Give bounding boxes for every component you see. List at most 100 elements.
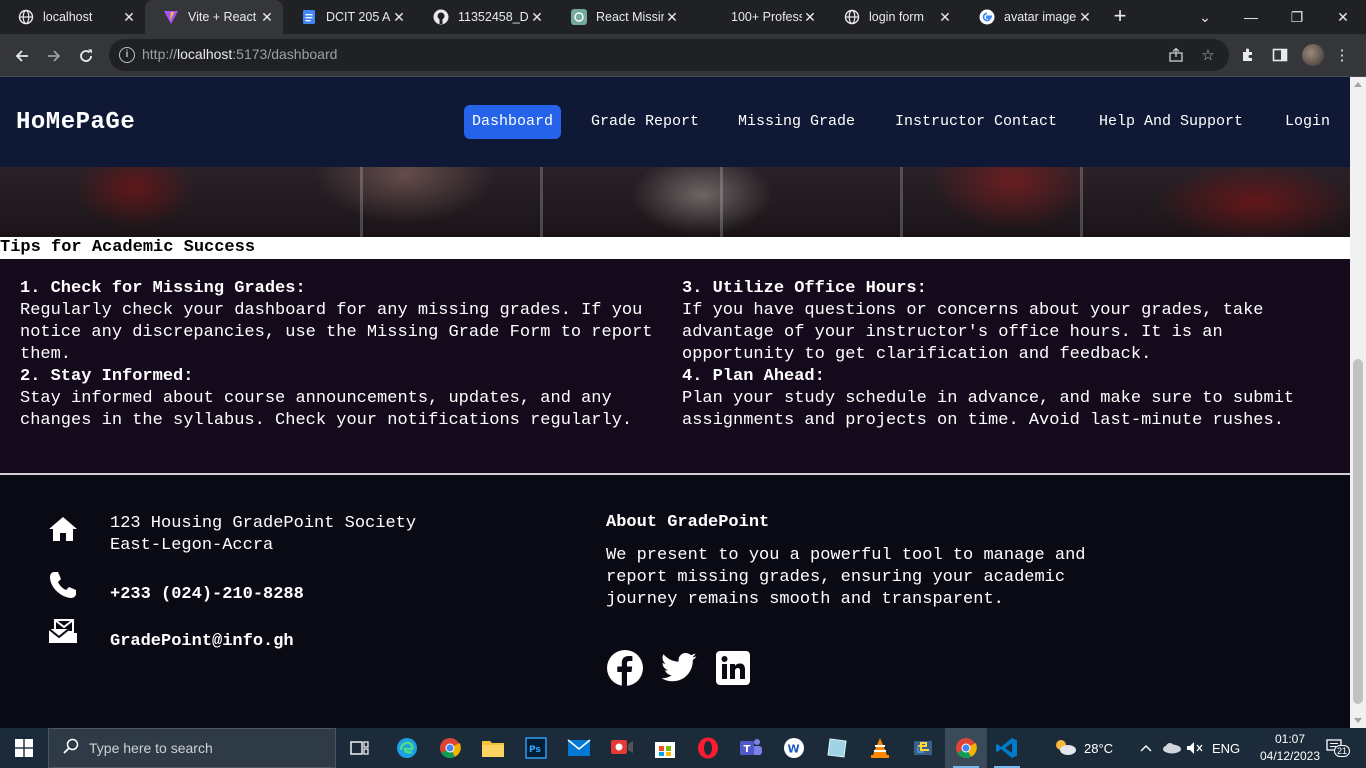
edge-icon[interactable] bbox=[386, 728, 428, 768]
close-icon[interactable]: ✕ bbox=[391, 9, 407, 26]
close-icon[interactable]: ✕ bbox=[1077, 9, 1093, 26]
tip-title: 3. Utilize Office Hours: bbox=[682, 279, 927, 298]
scrollbar-thumb[interactable] bbox=[1353, 359, 1363, 704]
hero-image bbox=[0, 167, 1350, 237]
browser-toolbar: i http://localhost:5173/dashboard ☆ ⋮ bbox=[0, 34, 1366, 77]
page-scrollbar[interactable] bbox=[1350, 77, 1366, 728]
close-icon[interactable]: ✕ bbox=[259, 9, 275, 26]
photoshop-icon[interactable]: Ps bbox=[515, 728, 557, 768]
globe-icon bbox=[18, 9, 34, 25]
tab-dcit-205[interactable]: DCIT 205 AS ✕ bbox=[283, 0, 415, 34]
phone-number[interactable]: +233 (024)-210-8288 bbox=[110, 584, 304, 606]
reload-button[interactable] bbox=[73, 43, 99, 69]
share-icon[interactable] bbox=[1167, 46, 1185, 64]
nav-grade-report[interactable]: Grade Report bbox=[583, 105, 707, 139]
microsoft-store-icon[interactable] bbox=[644, 728, 686, 768]
task-view-icon[interactable] bbox=[339, 728, 381, 768]
weather-widget[interactable]: 28°C bbox=[1052, 728, 1113, 768]
clock-time: 01:07 bbox=[1274, 732, 1306, 746]
tips-heading: Tips for Academic Success bbox=[0, 237, 1350, 259]
vlc-icon[interactable] bbox=[859, 728, 901, 768]
tip-body: Plan your study schedule in advance, and… bbox=[682, 389, 1295, 430]
close-icon[interactable]: ✕ bbox=[802, 9, 818, 26]
menu-kebab-icon[interactable]: ⋮ bbox=[1332, 45, 1352, 65]
vscode-icon[interactable] bbox=[986, 728, 1028, 768]
python-icon[interactable] bbox=[902, 728, 944, 768]
close-icon[interactable]: ✕ bbox=[937, 9, 953, 26]
tab-login-form[interactable]: login form ✕ bbox=[826, 0, 961, 34]
linkedin-icon[interactable] bbox=[714, 649, 752, 687]
tab-avatar-image[interactable]: avatar image ✕ bbox=[961, 0, 1101, 34]
tip-title: 4. Plan Ahead: bbox=[682, 367, 825, 386]
word-icon[interactable]: W bbox=[773, 728, 815, 768]
close-icon[interactable]: ✕ bbox=[121, 9, 137, 26]
nav-login[interactable]: Login bbox=[1277, 105, 1338, 139]
system-clock[interactable]: 01:07 04/12/2023 bbox=[1256, 731, 1324, 765]
tab-search-icon[interactable]: ⌄ bbox=[1182, 0, 1228, 34]
svg-text:W: W bbox=[788, 743, 800, 756]
address-line-1: 123 Housing GradePoint Society bbox=[110, 514, 417, 533]
tab-title: Vite + React bbox=[188, 10, 257, 24]
tip-body: Stay informed about course announcements… bbox=[20, 389, 633, 430]
back-button[interactable] bbox=[9, 43, 35, 69]
nav-instructor-contact[interactable]: Instructor Contact bbox=[887, 105, 1065, 139]
weather-temp: 28°C bbox=[1084, 740, 1114, 756]
tab-title: DCIT 205 AS bbox=[326, 10, 391, 24]
chrome-icon[interactable] bbox=[429, 728, 471, 768]
file-explorer-icon[interactable] bbox=[472, 728, 514, 768]
tips-column-right: 3. Utilize Office Hours: If you have que… bbox=[682, 278, 1322, 432]
close-icon[interactable]: ✕ bbox=[664, 9, 680, 26]
minimize-button[interactable]: — bbox=[1228, 0, 1274, 34]
twitter-icon[interactable] bbox=[660, 649, 698, 687]
new-tab-button[interactable]: + bbox=[1108, 5, 1132, 29]
tab-title: 100+ Profess bbox=[731, 10, 802, 24]
windows-taskbar: Type here to search Ps T W 28°C ENG 01:0… bbox=[0, 728, 1366, 768]
tab-localhost[interactable]: localhost ✕ bbox=[0, 0, 145, 34]
onedrive-icon[interactable] bbox=[1162, 728, 1182, 768]
github-icon bbox=[433, 9, 449, 25]
window-close-button[interactable]: ✕ bbox=[1320, 0, 1366, 34]
email-link[interactable]: GradePoint@info.gh bbox=[110, 631, 294, 653]
close-icon[interactable]: ✕ bbox=[529, 9, 545, 26]
tab-title: 11352458_D bbox=[458, 10, 529, 24]
vite-icon bbox=[163, 9, 179, 25]
tab-100-profess[interactable]: 100+ Profess ✕ bbox=[688, 0, 826, 34]
facebook-icon[interactable] bbox=[606, 649, 644, 687]
notes-app-icon[interactable] bbox=[816, 728, 858, 768]
language-indicator[interactable]: ENG bbox=[1212, 728, 1240, 768]
globe-icon bbox=[844, 9, 860, 25]
mail-app-icon[interactable] bbox=[558, 728, 600, 768]
tab-github[interactable]: 11352458_D ✕ bbox=[415, 0, 553, 34]
url-text[interactable]: http://localhost:5173/dashboard bbox=[142, 46, 337, 62]
profile-avatar[interactable] bbox=[1302, 44, 1324, 66]
bookmark-star-icon[interactable]: ☆ bbox=[1199, 46, 1217, 64]
chrome-running-icon[interactable] bbox=[945, 728, 987, 768]
nav-help-support[interactable]: Help And Support bbox=[1091, 105, 1251, 139]
info-icon[interactable]: i bbox=[119, 47, 135, 63]
phone-icon bbox=[47, 569, 79, 601]
address-bar[interactable]: i http://localhost:5173/dashboard ☆ bbox=[109, 39, 1229, 71]
screen-recorder-icon[interactable] bbox=[601, 728, 643, 768]
forward-button[interactable] bbox=[41, 43, 67, 69]
nav-dashboard[interactable]: Dashboard bbox=[464, 105, 562, 139]
windows-start-button[interactable] bbox=[0, 728, 48, 768]
scroll-up-arrow[interactable] bbox=[1354, 82, 1362, 87]
side-panel-icon[interactable] bbox=[1270, 45, 1290, 65]
site-footer: 123 Housing GradePoint Society East-Lego… bbox=[0, 477, 1350, 728]
tab-vite-react[interactable]: Vite + React ✕ bbox=[145, 0, 283, 34]
restore-button[interactable]: ❐ bbox=[1274, 0, 1320, 34]
tip-body: If you have questions or concerns about … bbox=[682, 301, 1264, 364]
nav-missing-grade[interactable]: Missing Grade bbox=[730, 105, 863, 139]
scroll-down-arrow[interactable] bbox=[1354, 718, 1362, 723]
extensions-icon[interactable] bbox=[1238, 45, 1258, 65]
taskbar-search-box[interactable]: Type here to search bbox=[48, 728, 336, 768]
tip-title: 1. Check for Missing Grades: bbox=[20, 279, 306, 298]
volume-muted-icon[interactable] bbox=[1186, 728, 1204, 768]
teams-icon[interactable]: T bbox=[730, 728, 772, 768]
show-hidden-icons-icon[interactable] bbox=[1140, 728, 1152, 768]
brand-logo[interactable]: HoMePaGe bbox=[16, 109, 135, 136]
opera-icon[interactable] bbox=[687, 728, 729, 768]
tips-column-left: 1. Check for Missing Grades: Regularly c… bbox=[20, 278, 660, 432]
notification-center-icon[interactable]: 21 bbox=[1326, 739, 1351, 757]
tab-react-missing[interactable]: React Missin ✕ bbox=[553, 0, 688, 34]
